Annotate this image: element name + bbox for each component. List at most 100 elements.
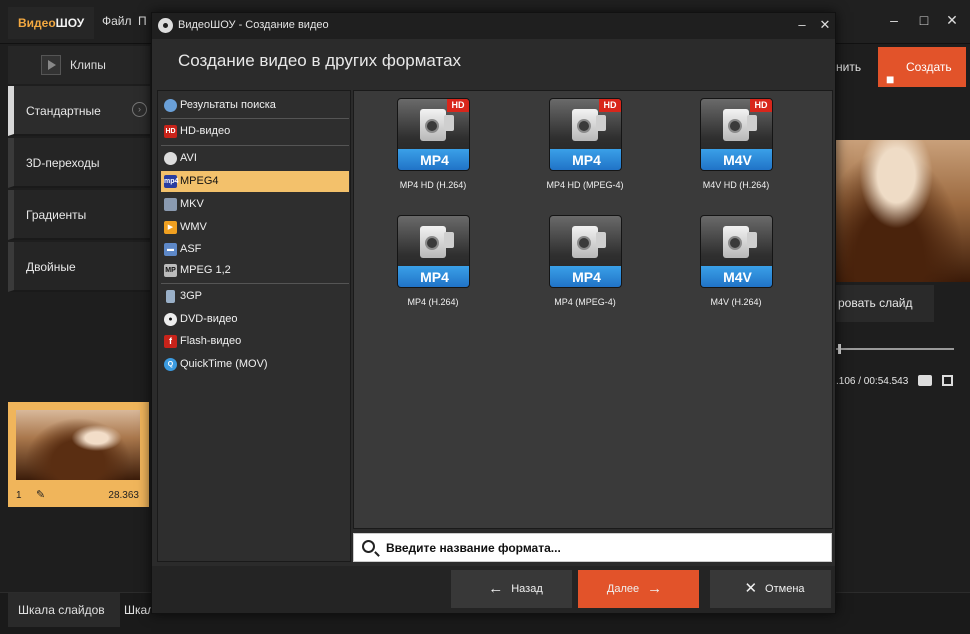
create-video-dialog: ВидеоШОУ - Создание видео – ✕ Создание в… bbox=[151, 12, 836, 614]
tile-caption: M4V (H.264) bbox=[710, 297, 762, 307]
format-label: QuickTime (MOV) bbox=[180, 358, 268, 370]
video-camera-icon: M4V HD bbox=[700, 98, 773, 171]
preview-image bbox=[836, 140, 970, 282]
format-label: WMV bbox=[180, 221, 207, 233]
tile-caption: MP4 (MPEG-4) bbox=[554, 297, 616, 307]
format-tile[interactable]: M4V HD M4V HD (H.264) bbox=[661, 94, 811, 204]
video-camera-icon: MP4 HD bbox=[397, 98, 470, 171]
minimize-icon[interactable]: – bbox=[884, 12, 904, 28]
format-list: Результаты поиска HD HD-видео AVI mp4 MP… bbox=[157, 90, 351, 562]
category-label: Стандартные bbox=[26, 104, 101, 118]
video-camera-icon: MP4 bbox=[397, 215, 470, 288]
format-wmv[interactable]: ▶ WMV bbox=[161, 217, 349, 238]
tab-slides[interactable]: Шкала слайдов bbox=[8, 593, 120, 627]
back-label: Назад bbox=[511, 583, 543, 595]
format-flash[interactable]: f Flash-видео bbox=[161, 331, 349, 352]
format-hd[interactable]: HD HD-видео bbox=[161, 121, 349, 142]
format-asf[interactable]: ▬ ASF bbox=[161, 239, 349, 260]
next-button[interactable]: Далее → bbox=[578, 570, 699, 608]
play-icon bbox=[41, 55, 61, 75]
maximize-icon[interactable]: □ bbox=[914, 12, 934, 28]
snapshot-icon[interactable] bbox=[918, 375, 932, 386]
playback-progress[interactable] bbox=[836, 348, 954, 350]
playback-knob[interactable] bbox=[838, 344, 841, 354]
format-dvd[interactable]: ● DVD-видео bbox=[161, 309, 349, 330]
format-label: MPEG 1,2 bbox=[180, 264, 231, 276]
edit-slide-button[interactable]: ровать слайд bbox=[836, 285, 934, 322]
video-camera-icon: MP4 bbox=[549, 215, 622, 288]
slide-image bbox=[16, 410, 140, 480]
dialog-heading: Создание видео в других форматах bbox=[178, 51, 462, 70]
film-reel-icon bbox=[158, 18, 173, 33]
create-button-label: Создать bbox=[906, 60, 952, 74]
logo-part2: ШОУ bbox=[55, 16, 85, 30]
format-label: AVI bbox=[180, 152, 197, 164]
save-button-partial[interactable]: нить bbox=[836, 60, 861, 74]
cancel-button[interactable]: ✕ Отмена bbox=[710, 570, 831, 608]
close-icon[interactable]: ✕ bbox=[817, 17, 833, 33]
format-tile[interactable]: MP4 MP4 (H.264) bbox=[358, 211, 508, 321]
format-tile[interactable]: MP4 HD MP4 HD (H.264) bbox=[358, 94, 508, 204]
tab-timeline[interactable]: Шкал bbox=[114, 593, 154, 627]
slide-number: 1 bbox=[16, 490, 22, 501]
tile-caption: M4V HD (H.264) bbox=[702, 180, 770, 190]
close-icon[interactable]: ✕ bbox=[942, 12, 962, 29]
logo-part1: Видео bbox=[18, 16, 56, 30]
format-tile[interactable]: M4V M4V (H.264) bbox=[661, 211, 811, 321]
format-label: MKV bbox=[180, 198, 204, 210]
format-search-results[interactable]: Результаты поиска bbox=[161, 95, 349, 116]
wmv-icon: ▶ bbox=[164, 221, 177, 234]
format-tile[interactable]: MP4 MP4 (MPEG-4) bbox=[510, 211, 660, 321]
film-reel-icon bbox=[164, 152, 177, 165]
hd-badge: HD bbox=[447, 99, 469, 112]
format-avi[interactable]: AVI bbox=[161, 148, 349, 169]
asf-icon: ▬ bbox=[164, 243, 177, 256]
format-tile[interactable]: MP4 HD MP4 HD (MPEG-4) bbox=[510, 94, 660, 204]
format-band: MP4 bbox=[550, 149, 621, 170]
format-mpeg4[interactable]: mp4 MPEG4 bbox=[161, 171, 349, 192]
chevron-right-icon[interactable]: › bbox=[132, 102, 147, 117]
search-globe-icon bbox=[164, 99, 177, 112]
format-quicktime[interactable]: Q QuickTime (MOV) bbox=[161, 354, 349, 375]
search-icon bbox=[362, 540, 375, 553]
format-label: MPEG4 bbox=[180, 175, 219, 187]
category-gradients[interactable]: Градиенты bbox=[8, 190, 150, 240]
minimize-icon[interactable]: – bbox=[794, 17, 810, 32]
tab-clips[interactable]: Клипы bbox=[8, 46, 150, 84]
category-label: Градиенты bbox=[26, 208, 87, 222]
format-label: Flash-видео bbox=[180, 335, 242, 347]
format-band: MP4 bbox=[398, 266, 469, 287]
search-input[interactable] bbox=[386, 538, 826, 558]
video-camera-icon: MP4 HD bbox=[549, 98, 622, 171]
hd-badge: HD bbox=[750, 99, 772, 112]
back-button[interactable]: ← Назад bbox=[451, 570, 572, 608]
app-logo: ВидеоШОУ bbox=[8, 7, 94, 39]
fullscreen-icon[interactable] bbox=[942, 375, 953, 386]
slide-thumbnail[interactable]: 1 ✎ 28.363 bbox=[8, 402, 149, 507]
arrow-left-icon: ← bbox=[488, 580, 504, 597]
menu-file[interactable]: Файл bbox=[102, 14, 132, 28]
format-3gp[interactable]: 3GP bbox=[161, 286, 349, 307]
mpeg-icon: MP bbox=[164, 264, 177, 277]
flash-icon: f bbox=[164, 335, 177, 348]
format-band: M4V bbox=[701, 266, 772, 287]
dialog-footer: ← Назад Далее → ✕ Отмена bbox=[152, 566, 835, 613]
cancel-label: Отмена bbox=[765, 583, 805, 595]
menu-edit[interactable]: П bbox=[138, 14, 147, 28]
category-standard[interactable]: Стандартные › bbox=[8, 86, 150, 136]
category-double[interactable]: Двойные bbox=[8, 242, 150, 292]
hd-icon: HD bbox=[164, 125, 177, 138]
format-mkv[interactable]: MKV bbox=[161, 194, 349, 215]
time-label: .106 / 00:54.543 bbox=[836, 376, 909, 387]
format-label: 3GP bbox=[180, 290, 203, 302]
category-label: Двойные bbox=[26, 260, 76, 274]
create-button[interactable]: ■ Создать bbox=[878, 47, 966, 87]
format-label: ASF bbox=[180, 243, 202, 255]
format-band: M4V bbox=[701, 149, 772, 170]
divider bbox=[161, 145, 349, 146]
tab-clips-label: Клипы bbox=[70, 58, 106, 72]
format-grid: MP4 HD MP4 HD (H.264) MP4 HD MP4 HD (MPE… bbox=[353, 90, 833, 529]
category-3d[interactable]: 3D-переходы bbox=[8, 138, 150, 188]
format-mpeg12[interactable]: MP MPEG 1,2 bbox=[161, 260, 349, 281]
pencil-icon[interactable]: ✎ bbox=[36, 488, 45, 501]
